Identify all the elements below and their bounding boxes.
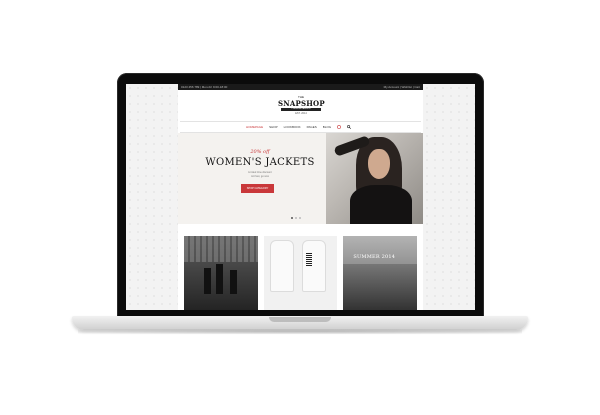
site-logo[interactable]: THE SNAPSHOP PREMIUM FASHION EST. 2014 bbox=[278, 95, 325, 119]
feature-card-dresses[interactable] bbox=[263, 236, 338, 310]
summer-card-title: SUMMER 2014 bbox=[353, 254, 396, 260]
logo-name: SNAPSHOP bbox=[278, 99, 325, 108]
hero-slider: 20% off WOMEN'S JACKETS Limited time dis… bbox=[178, 133, 423, 224]
nav-item-lookbook[interactable]: Lookbook bbox=[284, 125, 301, 129]
cart-icon[interactable] bbox=[337, 125, 342, 129]
main-navigation: Homepage Shop Lookbook Pages Blog bbox=[246, 123, 352, 131]
slider-dot-2[interactable] bbox=[295, 217, 297, 219]
hero-model-photo bbox=[326, 133, 423, 224]
background-pattern-left bbox=[126, 84, 178, 310]
search-icon[interactable] bbox=[347, 125, 352, 129]
laptop-shadow bbox=[78, 329, 522, 334]
site-page: THE SNAPSHOP PREMIUM FASHION EST. 2014 H… bbox=[178, 90, 423, 310]
slider-dots bbox=[291, 217, 301, 219]
logo-established: EST. 2014 bbox=[295, 112, 307, 115]
nav-item-shop[interactable]: Shop bbox=[269, 125, 278, 129]
laptop-notch bbox=[269, 317, 331, 322]
slider-dot-3[interactable] bbox=[299, 217, 301, 219]
slider-dot-1[interactable] bbox=[291, 217, 293, 219]
hero-subtitle-line2: Act fast, go now bbox=[251, 175, 269, 178]
nav-item-pages[interactable]: Pages bbox=[307, 125, 317, 129]
feature-card-summer[interactable]: SUMMER 2014 bbox=[343, 236, 418, 310]
logo-tagline: PREMIUM FASHION bbox=[291, 108, 311, 110]
hero-subtitle-line1: Limited time discount bbox=[248, 171, 272, 174]
nav-item-blog[interactable]: Blog bbox=[323, 125, 331, 129]
background-pattern-right bbox=[423, 84, 475, 310]
feature-cards: SUMMER 2014 bbox=[184, 236, 418, 310]
laptop-screen: 0123 456 789 | Mon-Fri 9:00-18:00 My Acc… bbox=[126, 84, 475, 310]
hero-title: WOMEN'S JACKETS bbox=[205, 157, 315, 168]
hero-discount: 20% off bbox=[250, 149, 270, 155]
feature-card-city[interactable] bbox=[184, 236, 258, 310]
nav-item-homepage[interactable]: Homepage bbox=[246, 125, 263, 129]
nav-divider-top bbox=[180, 121, 421, 122]
hero-shop-button[interactable]: SHOP CATEGORY bbox=[241, 184, 274, 193]
